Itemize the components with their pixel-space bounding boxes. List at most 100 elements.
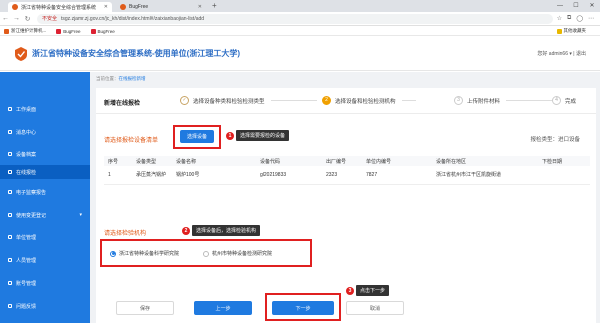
table-header-row: 序号 设备类型 设备名称 设备代码 出厂编号 单位内编号 设备所在地区 下检日期 (104, 156, 590, 166)
col-header: 下检日期 (538, 156, 590, 166)
org-option-1[interactable]: 浙江省特种设备科学研究院 (110, 250, 179, 257)
browser-tab-inactive[interactable]: BugFree ✕ (116, 2, 206, 12)
tab-label: 浙江省特种设备安全综合管理系统 (21, 4, 97, 11)
archive-icon (8, 152, 12, 156)
step-bar: 新增在线报检 ✓ 选择设备种类和检验检测类型 2 选择设备和检验检测机构 3 上… (96, 88, 596, 114)
minimize-icon[interactable]: — (552, 0, 568, 12)
sidebar-item-device-archive[interactable]: 设备档案 (0, 147, 90, 161)
security-warning[interactable]: 不安全 (42, 15, 57, 22)
home-icon (8, 107, 12, 111)
sidebar-item-e-report[interactable]: 电子监察报告 (0, 185, 90, 199)
browser-toolbar-icons: ☆ ⧉ ◯ ⋯ (557, 15, 600, 22)
sidebar-item-feedback[interactable]: 问题反馈 (0, 299, 90, 313)
main-content: 当前位置：在线报检新增 新增在线报检 ✓ 选择设备种类和检验检测类型 2 选择设… (90, 72, 600, 323)
bugfree-favicon-icon (120, 4, 126, 10)
user-area: 您好 admin66 ▾ | 退出 (537, 50, 586, 57)
cell: 浙江省杭州市江干区凯旋街道 (432, 166, 538, 185)
cell: 1 (104, 166, 132, 185)
bookmark-icon (4, 28, 9, 34)
table-row[interactable]: 1 承压蒸汽锅炉 锅炉100号 gl20219833 2323 7827 浙江省… (104, 166, 590, 185)
close-window-icon[interactable]: ✕ (584, 0, 600, 12)
step-number: 3 (454, 96, 463, 105)
save-button[interactable]: 保存 (116, 301, 174, 315)
org-option-2[interactable]: 杭州市特种设备检测研究院 (203, 250, 272, 257)
chevron-down-icon: ▾ (79, 212, 82, 218)
change-icon (8, 213, 12, 217)
sidebar-item-usage-change[interactable]: 使用变更登记 ▾ (0, 208, 90, 222)
cell: 2323 (322, 166, 362, 185)
cell: gl20219833 (256, 166, 322, 185)
report-icon (8, 190, 12, 194)
profile-icon[interactable]: ◯ (576, 15, 583, 22)
app-logo-icon (15, 46, 27, 61)
check-icon: ✓ (180, 96, 189, 105)
close-tab-icon[interactable]: ✕ (198, 4, 202, 10)
tab-label: BugFree (129, 4, 149, 10)
back-icon[interactable]: ← (0, 15, 11, 22)
reload-icon[interactable]: ↻ (22, 15, 33, 23)
next-step-button[interactable]: 下一步 (272, 301, 334, 315)
step-2: 2 选择设备和检验检测机构 (322, 96, 416, 105)
bookmark-item[interactable]: BugFree (90, 28, 115, 34)
annotation-marker-3: 3 (346, 287, 354, 295)
new-tab-icon[interactable]: + (212, 1, 217, 10)
user-greeting[interactable]: 您好 admin66 (537, 51, 568, 57)
browser-tab-active[interactable]: 浙江省特种设备安全综合管理系统 ✕ (8, 2, 112, 12)
select-device-button[interactable]: 选择设备 (180, 130, 214, 143)
browser-tab-bar: 浙江省特种设备安全综合管理系统 ✕ BugFree ✕ + — ☐ ✕ (0, 0, 600, 12)
collections-icon[interactable]: ⧉ (567, 15, 571, 22)
annotation-tip-3: 点击下一步 (356, 285, 390, 296)
menu-icon[interactable]: ⋯ (588, 15, 594, 22)
sidebar-item-online-inspection[interactable]: 在线报检 (0, 165, 90, 179)
breadcrumb-current[interactable]: 在线报检新增 (119, 76, 146, 81)
other-bookmarks[interactable]: 其他收藏夹 (556, 28, 586, 34)
annotation-marker-2: 2 (182, 227, 190, 235)
step-1: ✓ 选择设备种类和检验检测类型 (180, 96, 317, 105)
bookmark-icon (90, 28, 96, 34)
org-section-title: 请选择检验机构 (104, 231, 147, 237)
bookmark-item[interactable]: 浙江维护计算机... (4, 28, 46, 34)
annotation-tip-1: 选择需要报检的设备 (236, 130, 290, 141)
device-table: 序号 设备类型 设备名称 设备代码 出厂编号 单位内编号 设备所在地区 下检日期… (104, 156, 590, 185)
inspection-type: 报检类型：进口设备 (530, 137, 580, 143)
col-header: 序号 (104, 156, 132, 166)
app-header: 浙江省特种设备安全综合管理系统-使用单位(浙江理工大学) 您好 admin66 … (0, 37, 600, 71)
step-4: 4 完成 (552, 96, 576, 105)
step-number: 2 (322, 96, 331, 105)
cell: 承压蒸汽锅炉 (132, 166, 172, 185)
address-bar-row: ← → ↻ 不安全 tsgz.zjamr.zj.gov.cn/jc_kh/dis… (0, 12, 600, 26)
forward-icon[interactable]: → (11, 15, 22, 22)
radio-checked[interactable] (110, 250, 116, 257)
annotation-marker-1: 1 (226, 132, 234, 140)
page-title: 新增在线报检 (104, 101, 141, 107)
sidebar-item-account-management[interactable]: 账号管理 (0, 276, 90, 290)
account-icon (8, 281, 12, 285)
close-tab-icon[interactable]: ✕ (104, 4, 108, 10)
col-header: 设备所在地区 (432, 156, 538, 166)
step-connector (401, 100, 416, 101)
cell: 7827 (362, 166, 432, 185)
sidebar-item-people-management[interactable]: 人员管理 (0, 253, 90, 267)
prev-step-button[interactable]: 上一步 (194, 301, 252, 315)
inspect-icon (8, 170, 12, 174)
app-title: 浙江省特种设备安全综合管理系统-使用单位(浙江理工大学) (32, 49, 240, 58)
people-icon (8, 258, 12, 262)
cancel-button[interactable]: 取消 (346, 301, 404, 315)
folder-icon (556, 28, 562, 34)
maximize-icon[interactable]: ☐ (568, 0, 584, 12)
col-header: 单位内编号 (362, 156, 432, 166)
url-field[interactable]: 不安全 tsgz.zjamr.zj.gov.cn/jc_kh/dist/inde… (37, 13, 553, 24)
form-panel: 新增在线报检 ✓ 选择设备种类和检验检测类型 2 选择设备和检验检测机构 3 上… (96, 88, 596, 323)
bookmark-item[interactable]: BugFree (56, 28, 81, 34)
window-controls: — ☐ ✕ (552, 0, 600, 12)
radio-unchecked[interactable] (203, 250, 210, 257)
favorite-icon[interactable]: ☆ (557, 15, 562, 22)
url-text: tsgz.zjamr.zj.gov.cn/jc_kh/dist/index.ht… (61, 15, 205, 22)
logout-link[interactable]: 退出 (576, 51, 586, 57)
sidebar-item-messages[interactable]: 消息中心 (0, 125, 90, 139)
col-header: 设备名称 (172, 156, 256, 166)
step-number: 4 (552, 96, 561, 105)
sidebar-item-workbench[interactable]: 工作桌面 (0, 102, 90, 116)
sidebar-item-unit-management[interactable]: 单位管理 (0, 230, 90, 244)
step-3: 3 上传附件材料 (454, 96, 553, 105)
